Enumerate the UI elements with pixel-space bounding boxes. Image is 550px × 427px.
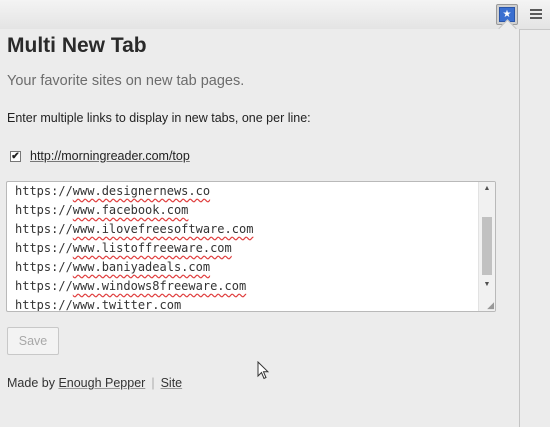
browser-toolbar: ★	[0, 0, 550, 30]
link-protocol: https://	[15, 260, 73, 274]
link-line: https://www.baniyadeals.com	[15, 258, 253, 277]
author-link[interactable]: Enough Pepper	[58, 376, 145, 390]
save-button[interactable]: Save	[7, 327, 59, 355]
scroll-down-arrow-icon[interactable]: ▼	[479, 278, 495, 292]
footer: Made by Enough Pepper | Site	[7, 376, 182, 390]
link-host: www.listoffreeware.com	[72, 241, 232, 255]
link-host: www.facebook.com	[72, 203, 189, 217]
link-line: https://www.windows8freeware.com	[15, 277, 253, 296]
link-protocol: https://	[15, 298, 73, 312]
links-textarea[interactable]: https://www.designernews.co https://www.f…	[6, 181, 496, 312]
scroll-thumb[interactable]	[482, 217, 492, 275]
link-host: www.windows8freeware.com	[72, 279, 247, 293]
scroll-up-arrow-icon[interactable]: ▲	[479, 182, 495, 196]
textarea-scrollbar[interactable]: ▲ ▼	[478, 182, 495, 311]
mouse-cursor-icon	[257, 361, 269, 380]
link-line: https://www.designernews.co	[15, 182, 253, 201]
resize-grip-icon[interactable]: ◢	[484, 300, 494, 310]
link-line: https://www.ilovefreesoftware.com	[15, 220, 253, 239]
link-host: www.baniyadeals.com	[72, 260, 211, 274]
footer-separator: |	[151, 376, 155, 390]
links-list: https://www.designernews.co https://www.f…	[15, 182, 253, 312]
link-line: https://www.twitter.com	[15, 296, 253, 312]
link-protocol: https://	[15, 279, 73, 293]
link-host: www.twitter.com	[72, 298, 182, 312]
link-protocol: https://	[15, 241, 73, 255]
page-subtitle: Your favorite sites on new tab pages.	[7, 73, 245, 89]
link-host: www.designernews.co	[72, 184, 211, 198]
instructions-text: Enter multiple links to display in new t…	[7, 111, 311, 125]
link-host: www.ilovefreesoftware.com	[72, 222, 254, 236]
hamburger-menu-icon[interactable]	[530, 9, 542, 20]
link-protocol: https://	[15, 203, 73, 217]
link-protocol: https://	[15, 222, 73, 236]
link-line: https://www.listoffreeware.com	[15, 239, 253, 258]
site-link[interactable]: Site	[161, 376, 183, 390]
link-line: https://www.facebook.com	[15, 201, 253, 220]
default-link-label[interactable]: http://morningreader.com/top	[30, 149, 190, 163]
page-title: Multi New Tab	[7, 34, 147, 57]
default-link-row: ✔ http://morningreader.com/top	[10, 148, 190, 164]
link-protocol: https://	[15, 184, 73, 198]
default-link-checkbox[interactable]: ✔	[10, 150, 21, 162]
made-by-text: Made by	[7, 376, 55, 390]
